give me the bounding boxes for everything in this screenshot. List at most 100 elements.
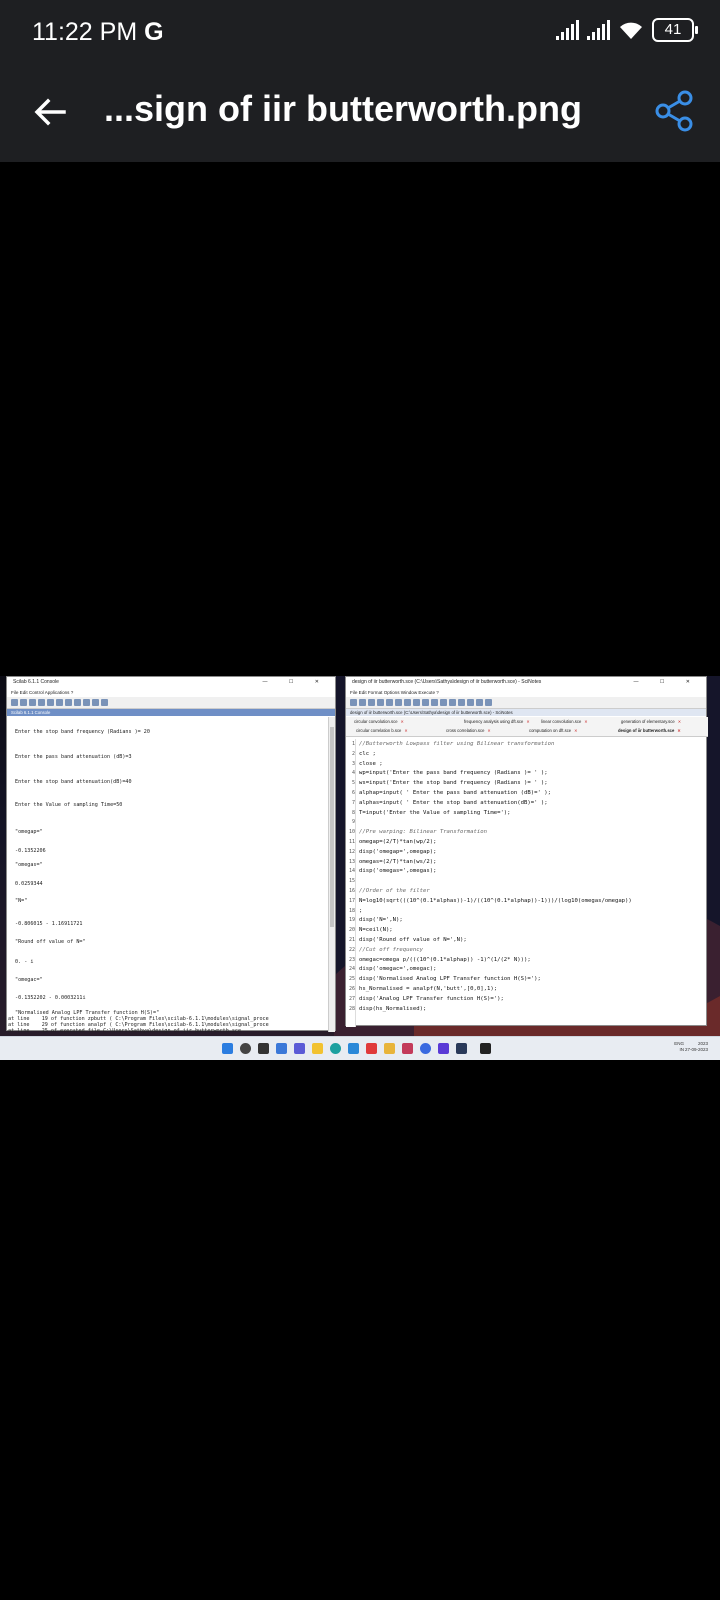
code-line: alphas=input( ' Enter the stop band atte… (359, 799, 548, 806)
tab[interactable]: frequency analysis using dft.sce ✕ (464, 719, 530, 724)
signal-icon (556, 20, 579, 40)
teams-icon[interactable] (294, 1043, 305, 1054)
clock[interactable]: 2023 27-09-2023 (685, 1041, 708, 1053)
code-line: close ; (359, 760, 383, 767)
console-line: "Round off value of N=" (15, 939, 86, 945)
code-line: T=input('Enter the Value of sampling Tim… (359, 809, 511, 816)
task-view-icon[interactable] (258, 1043, 269, 1054)
app-icon[interactable] (384, 1043, 395, 1054)
tab-active[interactable]: design of iir butterworth.sce ✕ (618, 728, 681, 733)
scilab-icon[interactable] (480, 1043, 491, 1054)
line-number: 12 (348, 848, 355, 855)
editor-tabs[interactable]: circular convolution.sce ✕ frequency anal… (346, 717, 708, 737)
console-output[interactable]: Enter the stop band frequency (Radians )… (7, 717, 327, 1034)
app-icon[interactable] (438, 1043, 449, 1054)
line-number: 8 (351, 809, 355, 816)
console-line: Enter the stop band frequency (Radians )… (15, 729, 150, 735)
line-number: 27 (348, 995, 355, 1002)
code-line: clc ; (359, 750, 376, 757)
app-icon[interactable] (366, 1043, 377, 1054)
line-number: 9 (351, 819, 355, 826)
line-number: 26 (348, 986, 355, 992)
scinotes-editor-window: design of iir butterworth.sce (C:\Users\… (345, 676, 708, 1027)
language-indicator[interactable]: ENG IN (674, 1041, 684, 1053)
console-scrollbar[interactable] (328, 717, 335, 1032)
line-number: 25 (348, 976, 355, 983)
line-number: 4 (351, 770, 355, 777)
line-number: 13 (348, 858, 355, 865)
status-icons: 41 (556, 18, 698, 42)
line-number: 10 (348, 829, 355, 836)
console-menubar[interactable]: File Edit Control Applications ? (7, 688, 335, 697)
line-number: 17 (348, 897, 355, 904)
store-icon[interactable] (348, 1043, 359, 1054)
console-line: 0.0259344 (15, 881, 43, 887)
console-toolbar[interactable] (7, 697, 335, 709)
line-number: 19 (348, 917, 355, 924)
code-line: N=ceil(N); (359, 927, 393, 934)
window-controls[interactable]: — ☐ ✕ (263, 677, 329, 688)
wifi-icon (620, 22, 642, 39)
tab[interactable]: generation of elementary.sce ✕ (621, 719, 681, 724)
search-icon[interactable] (240, 1043, 251, 1054)
edge-icon[interactable] (330, 1043, 341, 1054)
code-line: wp=input('Enter the pass band frequency … (359, 770, 548, 777)
screenshot-image: Scilab 6.1.1 Console — ☐ ✕ File Edit Con… (0, 676, 720, 1060)
arrow-left-icon[interactable] (30, 92, 70, 132)
console-line: -0.806015 - 1.16911721 (15, 921, 83, 927)
line-number: 16 (348, 888, 355, 894)
code-line: //Order of the filter (359, 888, 430, 894)
line-number: 18 (348, 907, 355, 914)
line-number: 1 (351, 741, 355, 747)
windows-start-icon[interactable] (222, 1043, 233, 1054)
tab[interactable]: circular convolution.sce ✕ (354, 719, 404, 724)
line-number: 7 (351, 799, 355, 806)
code-line: N=log10(sqrt(((10^(0.1*alphas))-1)/((10^… (359, 897, 632, 904)
console-line: Enter the pass band attenuation (dB)=3 (15, 754, 132, 760)
signal-icon (587, 20, 610, 40)
line-number: 23 (348, 956, 355, 963)
console-line: at line 25 of executed file C:\Users\Sat… (8, 1028, 242, 1034)
code-line: disp('omegac=',omegac); (359, 966, 437, 973)
folder-icon[interactable] (312, 1043, 323, 1054)
phone-screen: 11:22 PM G 41 ...sign of iir butterworth… (0, 0, 720, 1600)
windows-taskbar: ENG IN 2023 27-09-2023 (0, 1036, 720, 1060)
app-bar: ...sign of iir butterworth.png (0, 66, 720, 162)
code-line: //Butterworth Lowpass filter using Bilin… (359, 741, 555, 747)
code-line: disp('omegas=',omegas); (359, 868, 437, 875)
widgets-icon[interactable] (276, 1043, 287, 1054)
line-number: 21 (348, 937, 355, 943)
scilab-console-window: Scilab 6.1.1 Console — ☐ ✕ File Edit Con… (6, 676, 336, 1034)
tab[interactable]: circular correlation b.sce ✕ (356, 728, 408, 733)
console-line: "N=" (15, 898, 28, 904)
tab[interactable]: linear convolution.sce ✕ (541, 719, 588, 724)
share-icon[interactable] (654, 90, 694, 132)
battery-level: 41 (664, 21, 682, 38)
app-icon[interactable] (456, 1043, 467, 1054)
code-line: omegas=(2/T)*tan(ws/2); (359, 858, 437, 865)
mcafee-icon[interactable] (402, 1043, 413, 1054)
status-time: 11:22 PM G (32, 18, 164, 46)
code-line: //Pre warping: Bilinear Transformation (359, 829, 487, 836)
editor-menubar[interactable]: File Edit Format Options Window Execute … (346, 688, 706, 697)
tab[interactable]: cross correlation.sce ✕ (446, 728, 491, 733)
code-line: ; (359, 907, 363, 914)
line-number: 2 (351, 750, 355, 757)
code-line: disp(hs_Normalised); (359, 1005, 427, 1012)
code-editor[interactable]: 1 2 3 4 5 6 7 8 9 10 11 12 13 14 15 16 17 18 19 20 21 22 23 24 2… (346, 739, 708, 1027)
line-number: 6 (351, 790, 355, 796)
console-titlebar: Scilab 6.1.1 Console — ☐ ✕ (7, 677, 335, 688)
line-number: 14 (348, 868, 355, 875)
console-line: -0.1352206 (15, 848, 46, 854)
editor-toolbar[interactable] (346, 697, 706, 709)
code-line: omegac=omega p/(((10^(0.1*alphap)) -1)^(… (359, 956, 531, 963)
console-subtitle: Scilab 6.1.1 Console (7, 709, 335, 716)
console-line: -0.1352202 - 0.0003211i (15, 995, 86, 1001)
console-line: "omegap=" (15, 829, 43, 835)
console-title: Scilab 6.1.1 Console (13, 679, 59, 685)
help-icon[interactable] (420, 1043, 431, 1054)
window-controls[interactable]: — ☐ ✕ (634, 677, 700, 688)
code-line: //Cut off frequency (359, 946, 423, 953)
code-line: hs_Normalised = analpf(N,'butt',[0,0],1)… (359, 986, 498, 992)
tab[interactable]: computation on dft.sce ✕ (529, 728, 578, 733)
